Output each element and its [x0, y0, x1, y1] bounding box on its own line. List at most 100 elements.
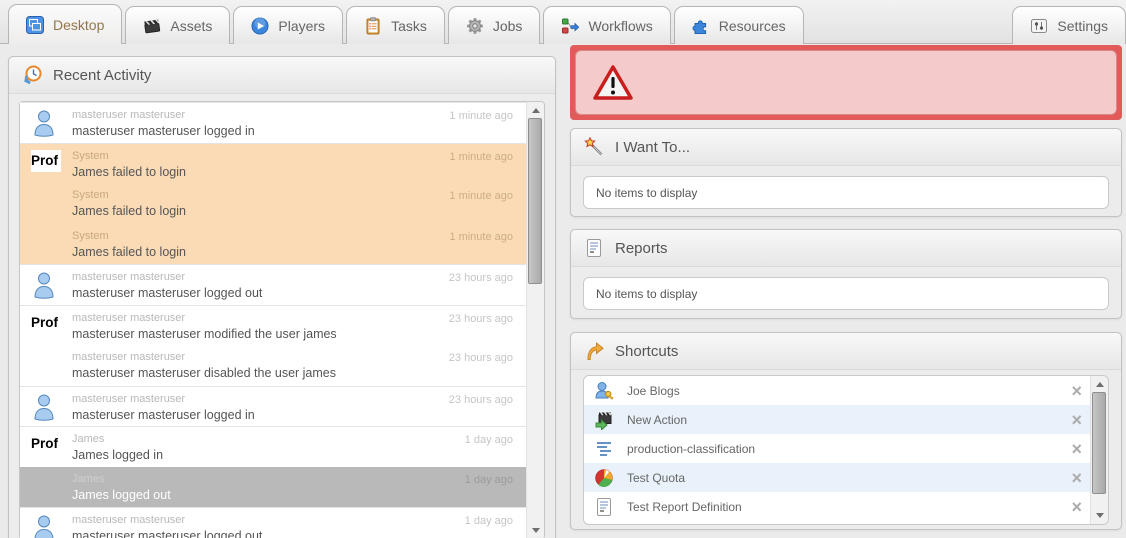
tab-settings[interactable]: Settings	[1012, 6, 1126, 44]
activity-row[interactable]: James James logged out 1 day ago	[20, 467, 527, 508]
remove-shortcut-button[interactable]: ×	[1071, 411, 1082, 429]
activity-message: masteruser masteruser disabled the user …	[72, 366, 513, 380]
activity-message: masteruser masteruser modified the user …	[72, 327, 513, 341]
shortcut-row[interactable]: Test Report Definition ×	[584, 492, 1091, 521]
reports-header: Reports	[571, 230, 1121, 267]
activity-scrollbar[interactable]	[526, 102, 544, 538]
activity-row[interactable]: masteruser masteruser masteruser masteru…	[20, 102, 527, 143]
activity-user: System	[72, 230, 513, 242]
tab[interactable]: Desktop	[8, 4, 122, 44]
tab-label: Assets	[170, 18, 212, 34]
desktop-app: Desktop Assets Players Tasks	[0, 0, 1126, 538]
activity-user: masteruser masteruser	[72, 393, 513, 405]
reports-icon	[584, 238, 604, 258]
shortcuts-panel: Shortcuts Joe Blogs × New Action ×	[570, 332, 1122, 530]
remove-shortcut-button[interactable]: ×	[1071, 440, 1082, 458]
empty-message: No items to display	[596, 287, 697, 301]
tab[interactable]: Resources	[674, 6, 804, 44]
classification-icon	[594, 439, 614, 459]
shortcut-row[interactable]: production-classification ×	[584, 434, 1091, 463]
shortcut-label: Joe Blogs	[627, 384, 680, 398]
activity-row[interactable]: System James failed to login 1 minute ag…	[20, 224, 527, 265]
activity-user: System	[72, 189, 513, 201]
activity-message: James logged in	[72, 448, 513, 462]
workflows-icon	[561, 17, 579, 35]
shortcuts-scrollbar[interactable]	[1090, 376, 1108, 524]
tab-label: Players	[278, 18, 325, 34]
profile-broken-icon: Prof	[31, 150, 63, 180]
activity-row[interactable]: Prof James James logged in 1 day ago	[20, 426, 527, 467]
remove-shortcut-button[interactable]: ×	[1071, 469, 1082, 487]
activity-row[interactable]: masteruser masteruser masteruser masteru…	[20, 345, 527, 386]
shortcuts-icon	[584, 341, 604, 361]
remove-shortcut-button[interactable]: ×	[1071, 498, 1082, 516]
scroll-up-button[interactable]	[527, 103, 544, 118]
activity-row[interactable]: System James failed to login 1 minute ag…	[20, 183, 527, 224]
assets-icon	[143, 17, 161, 35]
activity-message: James failed to login	[72, 165, 513, 179]
activity-time: 1 minute ago	[449, 231, 513, 243]
tab-label: Tasks	[391, 18, 427, 34]
shortcut-list: Joe Blogs × New Action × production-clas…	[584, 376, 1091, 524]
report-doc-icon	[594, 497, 614, 517]
shortcut-row[interactable]: Joe Blogs ×	[584, 376, 1091, 405]
failed-alerts-box	[575, 50, 1117, 115]
activity-message: James failed to login	[72, 204, 513, 218]
resources-icon	[692, 17, 710, 35]
activity-time: 23 hours ago	[449, 313, 513, 325]
recent-activity-header: Recent Activity	[9, 57, 555, 94]
user-icon	[31, 393, 63, 423]
activity-row[interactable]: masteruser masteruser masteruser masteru…	[20, 386, 527, 427]
activity-row[interactable]: masteruser masteruser masteruser masteru…	[20, 507, 527, 538]
activity-user: masteruser masteruser	[72, 351, 513, 363]
settings-icon	[1030, 17, 1048, 35]
activity-time: 1 minute ago	[449, 110, 513, 122]
scrollbar-thumb[interactable]	[1092, 392, 1106, 494]
activity-time: 1 minute ago	[449, 151, 513, 163]
user-icon	[31, 514, 63, 538]
panel-title: Recent Activity	[53, 67, 151, 84]
scrollbar-thumb[interactable]	[528, 118, 542, 284]
i-want-to-header: I Want To...	[571, 129, 1121, 166]
shortcut-label: production-classification	[627, 442, 755, 456]
shortcut-row[interactable]: New Action ×	[584, 405, 1091, 434]
activity-row[interactable]: Prof System James failed to login 1 minu…	[20, 143, 527, 184]
activity-time: 1 minute ago	[449, 190, 513, 202]
shortcuts-header: Shortcuts	[571, 333, 1121, 370]
panel-title: Shortcuts	[615, 343, 678, 360]
arrow-up-icon	[532, 108, 540, 113]
shortcut-row[interactable]: Test Quota ×	[584, 463, 1091, 492]
scroll-down-button[interactable]	[1091, 508, 1108, 523]
empty-message-box: No items to display	[583, 277, 1109, 310]
tab[interactable]: Jobs	[448, 6, 541, 44]
players-icon	[251, 17, 269, 35]
quota-pie-icon	[594, 468, 614, 488]
tab-label: Resources	[719, 18, 786, 34]
failed-alerts-banner	[570, 45, 1122, 120]
activity-time: 23 hours ago	[449, 272, 513, 284]
tasks-icon	[364, 17, 382, 35]
arrow-up-icon	[1096, 382, 1104, 387]
profile-broken-icon: Prof	[31, 312, 63, 342]
tab[interactable]: Players	[233, 6, 343, 44]
user-icon	[31, 109, 63, 139]
tab-label: Desktop	[53, 17, 104, 33]
activity-message: masteruser masteruser logged out	[72, 529, 513, 538]
scroll-down-button[interactable]	[527, 523, 544, 538]
panel-title: I Want To...	[615, 139, 690, 156]
tab[interactable]: Workflows	[543, 6, 670, 44]
activity-row[interactable]: masteruser masteruser masteruser masteru…	[20, 264, 527, 305]
activity-user: masteruser masteruser	[72, 514, 513, 526]
activity-message: James failed to login	[72, 245, 513, 259]
activity-list: masteruser masteruser masteruser masteru…	[20, 102, 527, 538]
clock-icon	[22, 65, 42, 85]
tab[interactable]: Tasks	[346, 6, 445, 44]
remove-shortcut-button[interactable]: ×	[1071, 382, 1082, 400]
scroll-up-button[interactable]	[1091, 377, 1108, 392]
activity-time: 23 hours ago	[449, 352, 513, 364]
tab[interactable]: Assets	[125, 6, 230, 44]
activity-time: 1 day ago	[465, 474, 513, 486]
empty-message: No items to display	[596, 186, 697, 200]
activity-row[interactable]: Prof masteruser masteruser masteruser ma…	[20, 305, 527, 346]
desktop-icon	[26, 16, 44, 34]
